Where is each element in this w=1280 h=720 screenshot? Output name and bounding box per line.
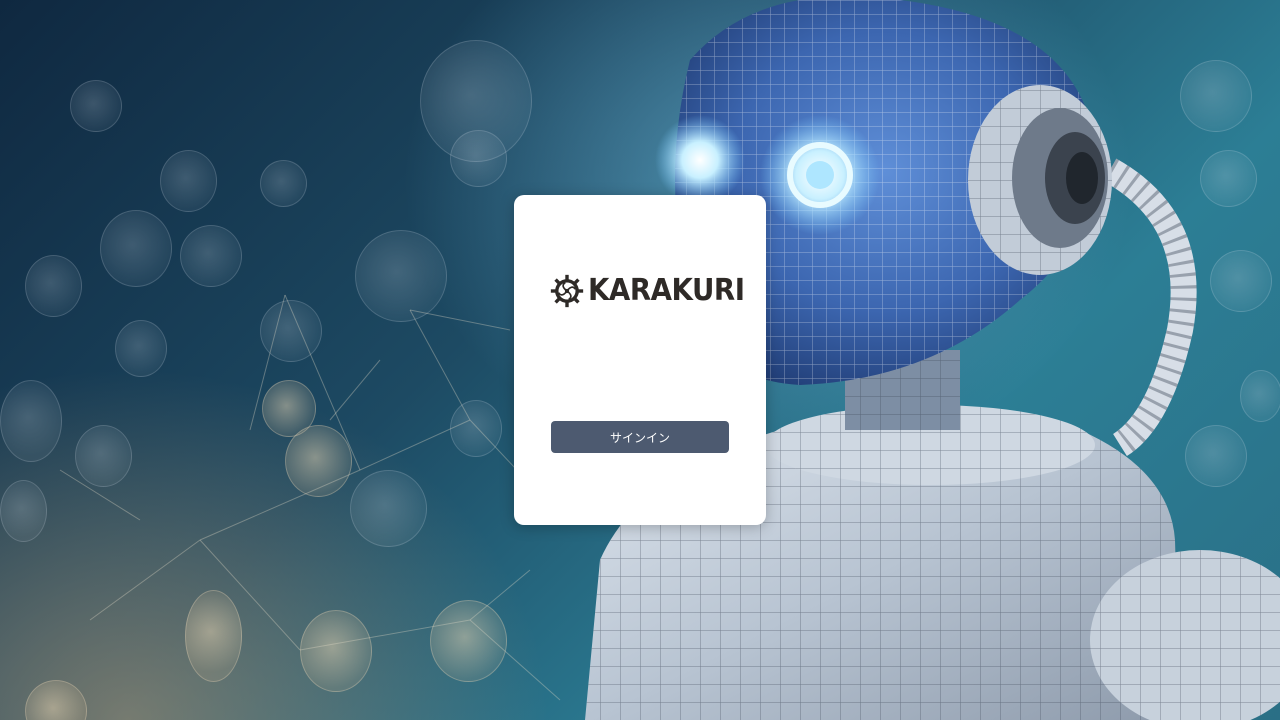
gear-icon xyxy=(550,274,584,308)
brand-logo: KARAKURI xyxy=(550,271,758,311)
signin-button[interactable]: サインイン xyxy=(551,421,729,453)
login-card: KARAKURI サインイン xyxy=(514,195,766,525)
login-page: KARAKURI サインイン xyxy=(0,0,1280,720)
brand-logo-text: KARAKURI xyxy=(588,273,745,308)
